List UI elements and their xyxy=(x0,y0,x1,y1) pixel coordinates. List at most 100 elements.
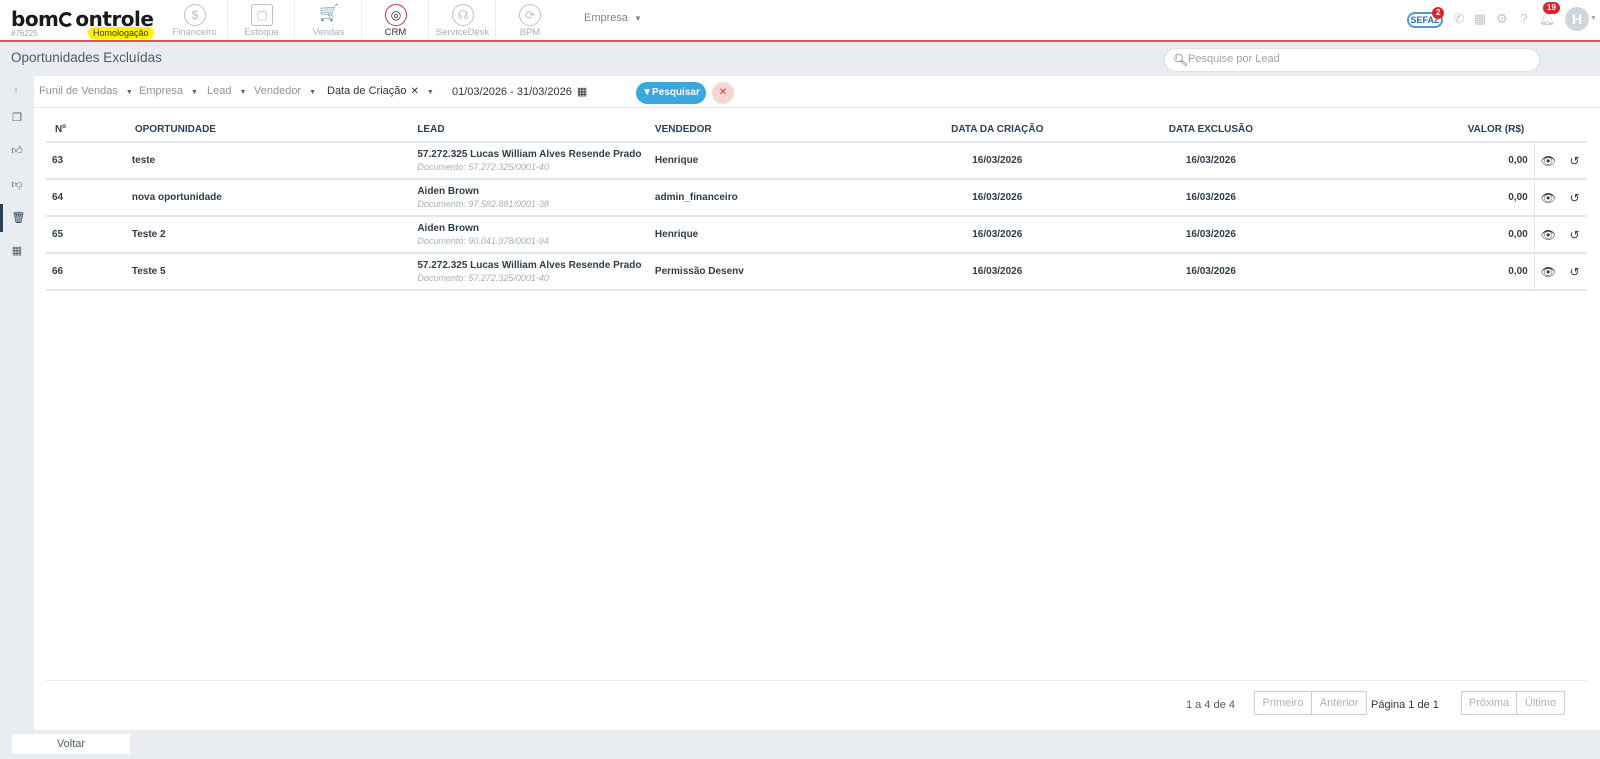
col-lead[interactable]: LEAD xyxy=(411,117,649,143)
filter-empresa[interactable]: Empresa ▼ xyxy=(139,85,198,97)
whatsapp-icon[interactable]: ✆ xyxy=(1452,12,1466,26)
back-button[interactable]: Voltar xyxy=(12,734,130,754)
close-icon: ✕ xyxy=(718,87,728,98)
chevron-down-icon: ▼ xyxy=(125,89,133,96)
sidebar-item-lost[interactable]: 👎︎ xyxy=(0,171,34,199)
cell-oportunidade: Teste 5 xyxy=(125,253,412,291)
module-label: Estoque xyxy=(244,27,279,38)
first-page-button[interactable]: Primeiro xyxy=(1254,691,1312,715)
company-selector[interactable]: Empresa ▼ xyxy=(584,12,642,24)
calendar-icon: ▦ xyxy=(576,86,588,98)
view-button[interactable]: 👁︎ xyxy=(1533,179,1562,217)
filter-funil[interactable]: Funil de Vendas ▼ xyxy=(39,85,133,97)
sidebar-item-refresh[interactable]: ◐ xyxy=(0,76,34,104)
search-input[interactable] xyxy=(1188,53,1528,65)
cell-vendedor: Permissão Desenv xyxy=(648,253,889,291)
environment-badge: Homologação xyxy=(88,27,154,39)
sidebar-item-won[interactable]: 👍︎ xyxy=(0,137,34,165)
cell-vendedor: admin_financeiro xyxy=(648,179,889,217)
cell-lead: 57.272.325 Lucas William Alves Resende P… xyxy=(411,253,649,291)
table-row[interactable]: 63 teste 57.272.325 Lucas William Alves … xyxy=(46,142,1587,180)
pagination: 1 a 4 de 4 Primeiro Anterior Página 1 de… xyxy=(46,680,1587,728)
main-content: Funil de Vendas ▼ Empresa ▼ Lead ▼ Vendedor… xyxy=(34,76,1600,730)
table-row[interactable]: 64 nova oportunidade Aiden Brown Document… xyxy=(46,179,1587,217)
notifications-badge: 19 xyxy=(1543,2,1560,14)
cell-vendedor: Henrique xyxy=(648,216,889,254)
page-title: Oportunidades Excluídas xyxy=(11,50,162,65)
restore-button[interactable]: ↺ xyxy=(1561,179,1587,217)
module-label: Financeiro xyxy=(172,27,217,38)
module-servicedesk[interactable]: ☊ ServiceDesk xyxy=(430,0,496,40)
restore-button[interactable]: ↺ xyxy=(1561,142,1587,180)
filter-vendedor[interactable]: Vendedor ▼ xyxy=(254,85,316,97)
cell-data-criacao: 16/03/2026 xyxy=(888,253,1107,291)
module-label: BPM xyxy=(519,27,541,38)
col-oportunidade[interactable]: OPORTUNIDADE xyxy=(125,117,412,143)
close-icon[interactable]: ✕ xyxy=(411,86,419,97)
cell-data-exclusao: 16/03/2026 xyxy=(1106,142,1316,180)
restore-button[interactable]: ↺ xyxy=(1561,216,1587,254)
cart-icon: 🛒 xyxy=(319,5,339,22)
cell-num: 66 xyxy=(46,253,126,291)
restore-icon: ↺ xyxy=(1569,264,1580,279)
col-vendedor[interactable]: VENDEDOR xyxy=(648,117,889,143)
gear-icon[interactable]: ⚙ xyxy=(1495,12,1509,26)
calendar-icon: ▦ xyxy=(11,245,23,257)
search-box[interactable]: 🔍︎ xyxy=(1164,48,1540,72)
help-icon[interactable]: ? xyxy=(1517,12,1531,26)
view-button[interactable]: 👁︎ xyxy=(1533,253,1562,291)
clear-filters-button[interactable]: ✕ xyxy=(712,82,734,104)
table-row[interactable]: 66 Teste 5 57.272.325 Lucas William Alve… xyxy=(46,253,1587,291)
filter-data-criacao[interactable]: Data de Criação ✕ ▼ xyxy=(327,85,434,97)
table-row[interactable]: 65 Teste 2 Aiden Brown Documento: 90.041.… xyxy=(46,216,1587,254)
cell-oportunidade: Teste 2 xyxy=(125,216,412,254)
chevron-down-icon: ▼ xyxy=(309,89,317,96)
eye-icon: 👁︎ xyxy=(1540,190,1556,205)
last-page-button[interactable]: Último xyxy=(1516,691,1565,715)
restore-button[interactable]: ↺ xyxy=(1561,253,1587,291)
next-page-button[interactable]: Próxima xyxy=(1461,691,1517,715)
date-range-value: 01/03/2026 - 31/03/2026 xyxy=(452,86,572,98)
sidebar-item-calendar[interactable]: ▦ xyxy=(0,237,34,265)
chevron-down-icon: ▼ xyxy=(239,89,247,96)
cell-lead: Aiden Brown Documento: 90.041.978/0001-94 xyxy=(411,216,649,254)
sidebar-item-deleted[interactable]: 🗑︎ xyxy=(0,204,34,232)
module-financeiro[interactable]: $ Financeiro xyxy=(162,0,228,40)
view-button[interactable]: 👁︎ xyxy=(1533,216,1562,254)
search-icon: 🔍︎ xyxy=(1173,53,1189,67)
search-button[interactable]: ▼Pesquisar xyxy=(636,82,706,104)
restore-icon: ↺ xyxy=(1569,227,1580,242)
lead-name: Aiden Brown xyxy=(417,223,479,234)
module-crm[interactable]: ◎ CRM xyxy=(363,0,429,40)
previous-page-button[interactable]: Anterior xyxy=(1311,691,1367,715)
eye-icon: 👁︎ xyxy=(1540,227,1556,242)
copy-icon: ❐ xyxy=(12,112,22,124)
col-data-criacao[interactable]: DATA DA CRIAÇÃO xyxy=(888,117,1107,143)
cell-valor: 0,00 xyxy=(1315,142,1535,180)
lead-name: 57.272.325 Lucas William Alves Resende P… xyxy=(417,260,642,271)
view-button[interactable]: 👁︎ xyxy=(1533,142,1562,180)
module-bpm[interactable]: ⟳ BPM xyxy=(497,0,563,40)
module-vendas[interactable]: 🛒 Vendas xyxy=(296,0,362,40)
date-range-field[interactable]: 01/03/2026 - 31/03/2026 ▦ xyxy=(452,85,587,98)
col-num[interactable]: Nº xyxy=(46,117,126,143)
sidebar: ◐ ❐ 👍︎ 👎︎ 🗑︎ ▦ xyxy=(0,76,34,730)
sidebar-item-copy[interactable]: ❐ xyxy=(0,104,34,132)
result-count: 1 a 4 de 4 xyxy=(1186,699,1235,711)
dollar-icon: $ xyxy=(184,4,206,26)
col-data-exclusao[interactable]: DATA EXCLUSÃO xyxy=(1106,117,1316,143)
chevron-down-icon: ▼ xyxy=(191,89,198,96)
avatar[interactable]: H xyxy=(1565,7,1589,31)
filter-lead[interactable]: Lead ▼ xyxy=(207,85,246,97)
filter-icon: ▼ xyxy=(642,87,653,98)
eye-icon: 👁︎ xyxy=(1540,264,1556,279)
chevron-down-icon[interactable]: ▼ xyxy=(1590,15,1597,22)
lead-name: 57.272.325 Lucas William Alves Resende P… xyxy=(417,149,642,160)
module-estoque[interactable]: ▢ Estoque xyxy=(229,0,295,40)
calendar-icon[interactable]: ▦ xyxy=(1473,12,1487,26)
target-icon: ◎ xyxy=(385,4,407,26)
bell-icon[interactable]: 🔔︎ xyxy=(1539,12,1556,26)
table-header-row: Nº OPORTUNIDADE LEAD VENDEDOR DATA DA CR… xyxy=(46,117,1587,143)
col-valor[interactable]: VALOR (R$) xyxy=(1315,117,1535,143)
col-restore xyxy=(1561,117,1587,143)
